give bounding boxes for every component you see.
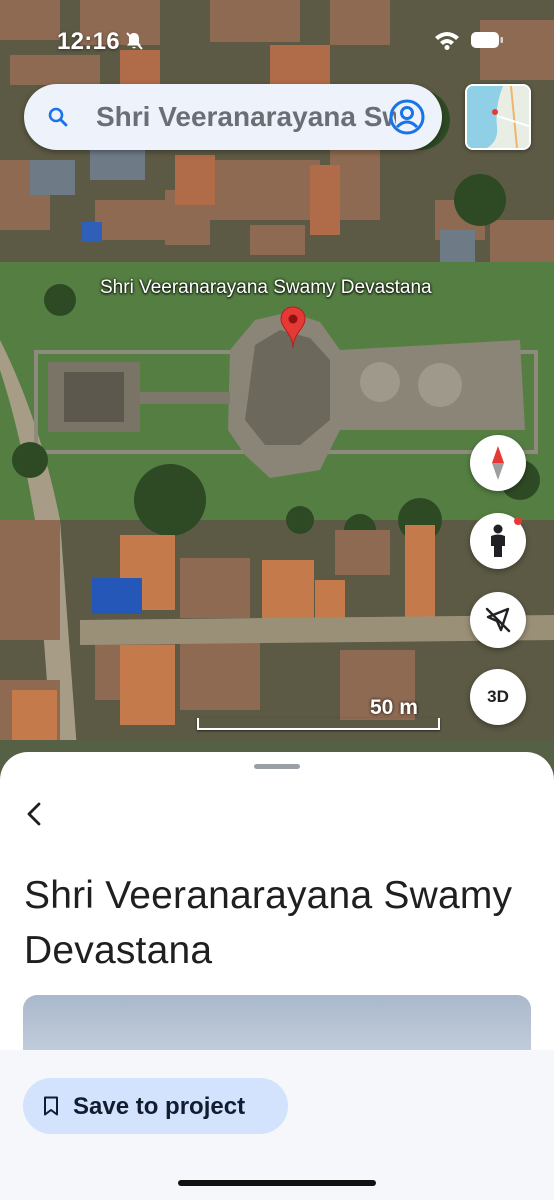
pegman-icon — [491, 524, 505, 557]
place-title: Shri Veeranarayana Swamy Devastana — [24, 874, 513, 972]
location-off-icon — [485, 607, 511, 633]
account-icon[interactable] — [388, 98, 426, 136]
satellite-map[interactable]: 12:16 Shri Veeranarayana Swamy Devastana — [0, 0, 554, 790]
compass-icon — [492, 446, 504, 480]
place-sheet: Shri Veeranarayana Swamy Devastana Save … — [0, 752, 554, 1200]
pin-icon[interactable] — [279, 306, 307, 350]
street-view-button[interactable] — [470, 513, 526, 569]
view-3d-button[interactable]: 3D — [470, 669, 526, 725]
search-input[interactable]: Shri Veeranarayana Swamy Devastana — [96, 100, 396, 134]
drag-handle[interactable] — [254, 764, 300, 769]
save-to-project-button[interactable]: Save to project — [23, 1078, 288, 1134]
place-photo[interactable] — [23, 995, 531, 1055]
bookmark-icon — [44, 1096, 58, 1116]
notification-dot — [514, 517, 522, 525]
scale-label: 50 m — [370, 696, 418, 719]
status-time: 12:16 — [57, 28, 120, 55]
search-icon[interactable] — [46, 105, 70, 129]
search-bar[interactable]: Shri Veeranarayana Swamy Devastana — [24, 84, 442, 150]
wifi-icon — [435, 32, 459, 50]
compass-button[interactable] — [470, 435, 526, 491]
scale-bar — [197, 718, 440, 730]
home-indicator[interactable] — [178, 1180, 376, 1186]
status-bar: 12:16 — [0, 0, 554, 80]
my-location-button[interactable] — [470, 592, 526, 648]
battery-icon — [471, 32, 503, 48]
bell-off-icon — [126, 32, 143, 50]
bottom-action-bar: Save to project — [0, 1050, 554, 1200]
map-place-label[interactable]: Shri Veeranarayana Swamy Devastana — [100, 277, 432, 299]
save-button-label: Save to project — [73, 1093, 246, 1120]
back-arrow-icon[interactable] — [14, 794, 54, 834]
minimap-button[interactable] — [465, 84, 531, 150]
minimap-thumbnail — [467, 86, 529, 148]
